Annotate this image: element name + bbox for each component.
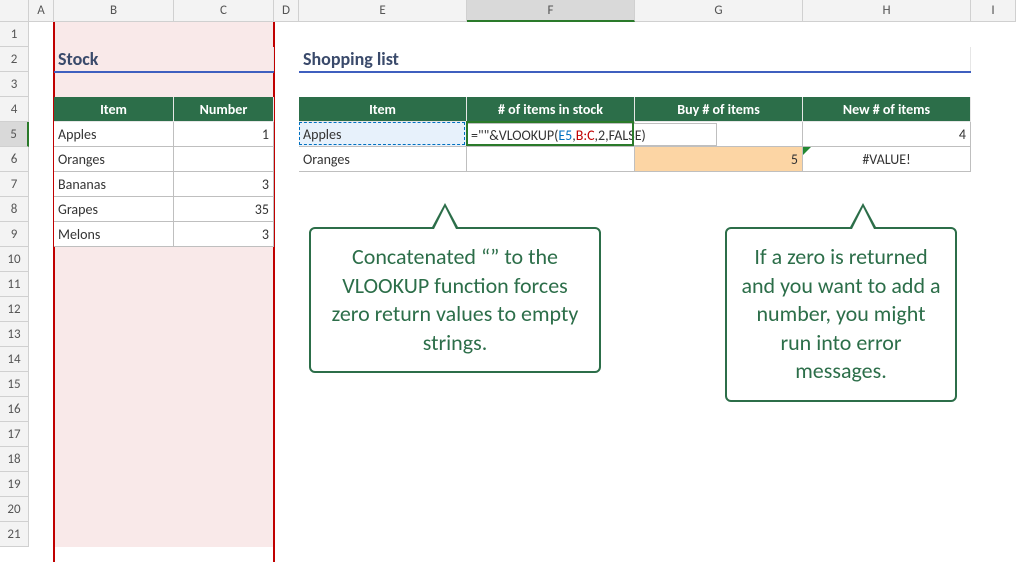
row-header-12[interactable]: 12 xyxy=(0,297,29,322)
row-header-1[interactable]: 1 xyxy=(0,22,29,47)
row-header-4[interactable]: 4 xyxy=(0,97,29,122)
shop-item[interactable]: Oranges xyxy=(299,147,467,172)
shopping-underline xyxy=(299,71,971,73)
row-header-11[interactable]: 11 xyxy=(0,272,29,297)
shop-buy[interactable]: 5 xyxy=(635,147,803,172)
col-header-h[interactable]: H xyxy=(803,0,971,22)
stock-item[interactable]: Bananas xyxy=(54,172,174,197)
col-header-e[interactable]: E xyxy=(299,0,467,22)
row-header-7[interactable]: 7 xyxy=(0,172,29,197)
shop-header-item: Item xyxy=(299,97,467,122)
stock-item[interactable]: Apples xyxy=(54,122,174,147)
row-header-13[interactable]: 13 xyxy=(0,322,29,347)
stock-title: Stock xyxy=(54,47,274,72)
formula-ref1: E5 xyxy=(558,127,572,144)
callout-right-text: If a zero is returned and you want to ad… xyxy=(741,243,940,384)
stock-header-number: Number xyxy=(174,97,274,122)
row-headers: 123456789101112131415161718192021 xyxy=(0,22,29,547)
col-header-f[interactable]: F xyxy=(467,0,635,22)
row-header-20[interactable]: 20 xyxy=(0,497,29,522)
callout-right: If a zero is returned and you want to ad… xyxy=(725,227,957,402)
select-all-corner[interactable] xyxy=(0,0,29,22)
stock-item[interactable]: Melons xyxy=(54,222,174,247)
row-header-16[interactable]: 16 xyxy=(0,397,29,422)
stock-item[interactable]: Oranges xyxy=(54,147,174,172)
shop-stock[interactable] xyxy=(467,147,635,172)
col-header-d[interactable]: D xyxy=(274,0,299,22)
callout-tail-icon xyxy=(849,203,877,229)
row-header-2[interactable]: 2 xyxy=(0,47,29,72)
formula-edit[interactable]: =""&VLOOKUP(E5,B:C,2,FALSE) xyxy=(467,123,717,146)
callout-left: Concatenated “” to the VLOOKUP function … xyxy=(309,227,601,373)
stock-number[interactable]: 1 xyxy=(174,122,274,147)
row-header-8[interactable]: 8 xyxy=(0,197,29,222)
col-header-c[interactable]: C xyxy=(174,0,274,22)
shop-header-stock: # of items in stock xyxy=(467,97,635,122)
callout-left-text: Concatenated “” to the VLOOKUP function … xyxy=(332,243,579,356)
row-header-21[interactable]: 21 xyxy=(0,522,29,547)
shop-new[interactable]: 4 xyxy=(803,122,971,147)
stock-header-item: Item xyxy=(54,97,174,122)
formula-ref2: B:C xyxy=(576,127,595,144)
error-indicator-icon[interactable] xyxy=(803,147,811,155)
stock-number[interactable]: 35 xyxy=(174,197,274,222)
row-header-3[interactable]: 3 xyxy=(0,72,29,97)
row-header-6[interactable]: 6 xyxy=(0,147,29,172)
row-header-19[interactable]: 19 xyxy=(0,472,29,497)
row-header-17[interactable]: 17 xyxy=(0,422,29,447)
stock-underline xyxy=(54,71,274,73)
stock-item[interactable]: Grapes xyxy=(54,197,174,222)
formula-suffix: ,2,FALSE) xyxy=(595,127,646,144)
col-header-a[interactable]: A xyxy=(29,0,54,22)
column-headers: ABCDEFGHI xyxy=(0,0,1016,22)
stock-number[interactable]: 3 xyxy=(174,172,274,197)
stock-number[interactable] xyxy=(174,147,274,172)
shop-new[interactable]: #VALUE! xyxy=(803,147,971,172)
shop-header-new: New # of items xyxy=(803,97,971,122)
callout-tail-icon xyxy=(431,203,459,229)
col-header-g[interactable]: G xyxy=(635,0,803,22)
row-header-18[interactable]: 18 xyxy=(0,447,29,472)
stock-number[interactable]: 3 xyxy=(174,222,274,247)
shopping-title: Shopping list xyxy=(299,47,971,72)
shop-item[interactable]: Apples xyxy=(299,122,467,147)
row-header-5[interactable]: 5 xyxy=(0,122,29,147)
col-header-i[interactable]: I xyxy=(971,0,1016,22)
shop-header-buy: Buy # of items xyxy=(635,97,803,122)
row-header-15[interactable]: 15 xyxy=(0,372,29,397)
col-header-b[interactable]: B xyxy=(54,0,174,22)
row-header-9[interactable]: 9 xyxy=(0,222,29,247)
row-header-10[interactable]: 10 xyxy=(0,247,29,272)
row-header-14[interactable]: 14 xyxy=(0,347,29,372)
formula-prefix: =""&VLOOKUP( xyxy=(471,127,558,144)
